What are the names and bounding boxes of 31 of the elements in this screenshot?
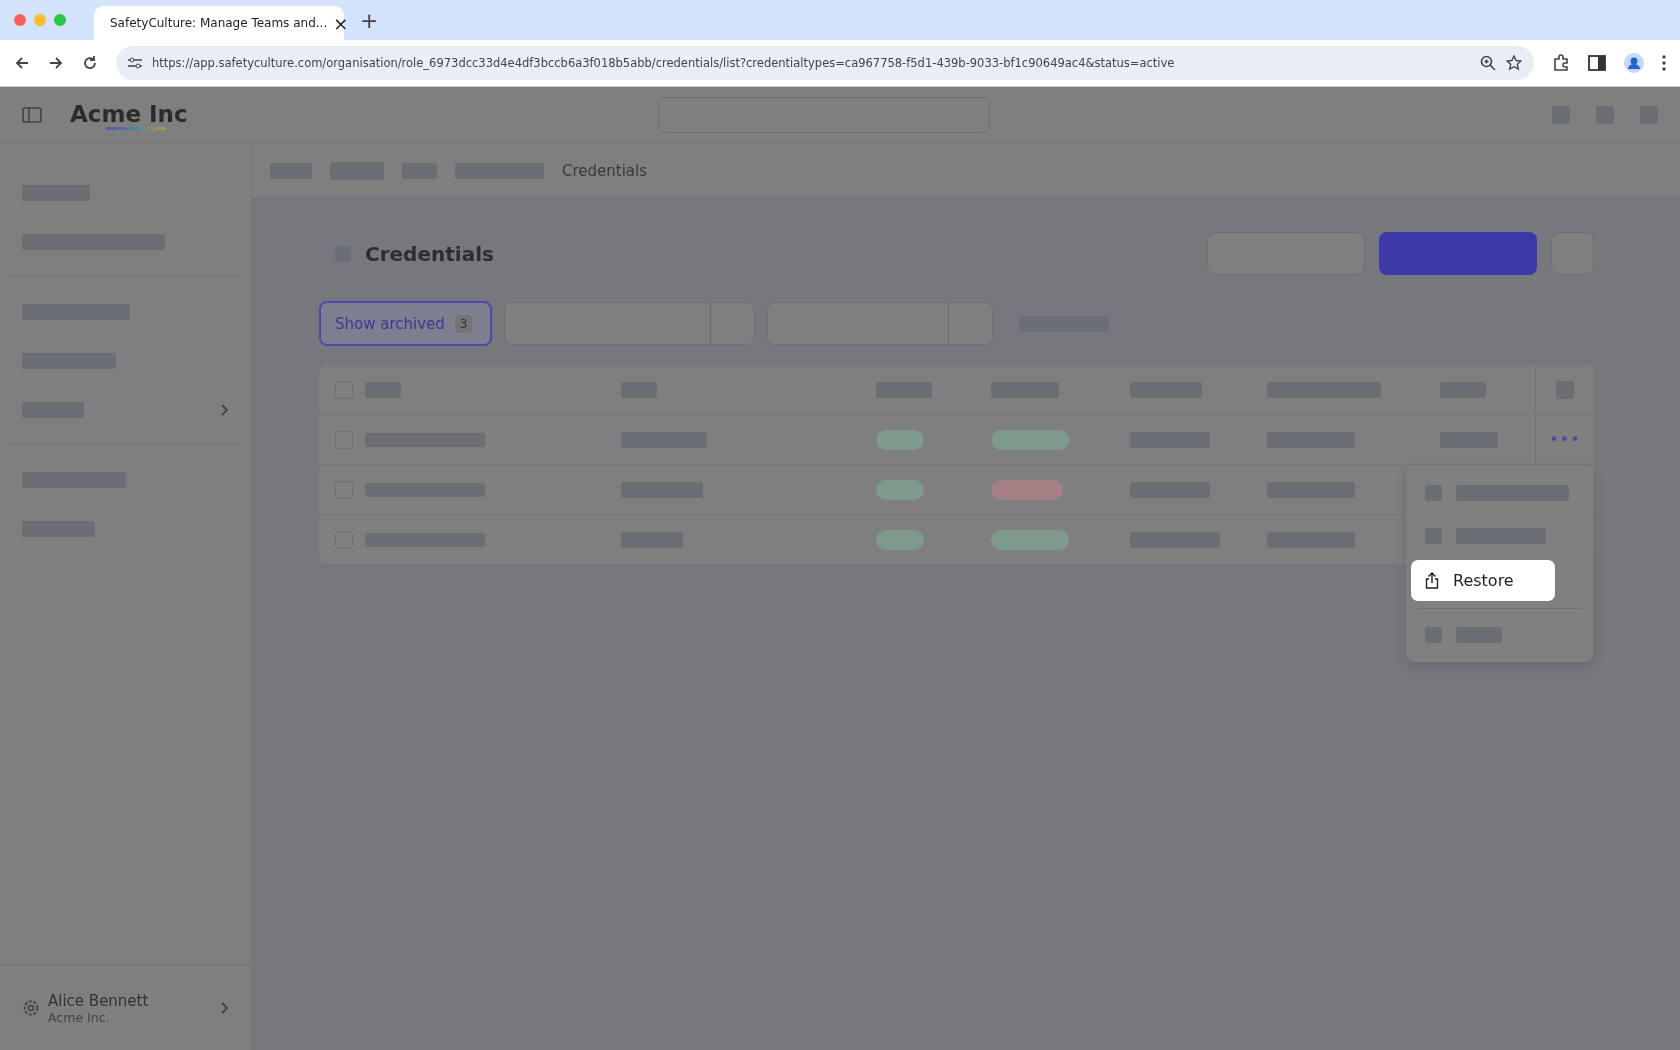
reload-icon[interactable]	[82, 55, 98, 71]
status-pill	[876, 429, 924, 450]
breadcrumb-current: Credentials	[562, 161, 648, 180]
forward-icon[interactable]	[48, 55, 64, 71]
tune-icon	[128, 57, 142, 69]
company-logo: Acme Inc	[70, 100, 188, 130]
sidebar-toggle-icon[interactable]	[22, 107, 42, 123]
restore-menu-item[interactable]: Restore	[1411, 560, 1555, 601]
maximize-window-button[interactable]	[54, 14, 66, 26]
sidepanel-icon[interactable]	[1588, 55, 1606, 71]
star-icon[interactable]	[1506, 55, 1522, 71]
page-title: Credentials	[365, 241, 494, 266]
archived-count: 3	[454, 314, 473, 333]
new-tab-button[interactable]: +	[360, 7, 379, 33]
status-pill	[876, 529, 924, 550]
share-icon	[1425, 572, 1439, 589]
back-icon[interactable]	[14, 55, 30, 71]
organisation-name: Acme Inc.	[48, 1009, 111, 1025]
settings-icon	[22, 999, 40, 1017]
minimize-window-button[interactable]	[34, 14, 46, 26]
more-icon[interactable]	[1662, 55, 1666, 71]
chevron-icon[interactable]	[221, 403, 229, 416]
status-pill	[876, 479, 924, 500]
puzzle-icon[interactable]	[1552, 54, 1570, 72]
chevron-icon	[221, 1002, 229, 1014]
avatar-icon[interactable]	[1624, 53, 1644, 73]
zoom-icon[interactable]	[1480, 55, 1496, 71]
user-name: Alice Bennett	[48, 991, 150, 1010]
browser-tab[interactable]: SafetyCulture: Manage Teams and... ×	[94, 6, 344, 40]
address-bar[interactable]: https://app.safetyculture.com/organisation/role_6973dcc33d4e4df3bccb6a3f018b5abb/credentials/list?credentialtypes=ca967758-f5d1-439b-9033-bf1c90649ac4&status=active	[116, 46, 1534, 80]
close-window-button[interactable]	[14, 14, 26, 26]
